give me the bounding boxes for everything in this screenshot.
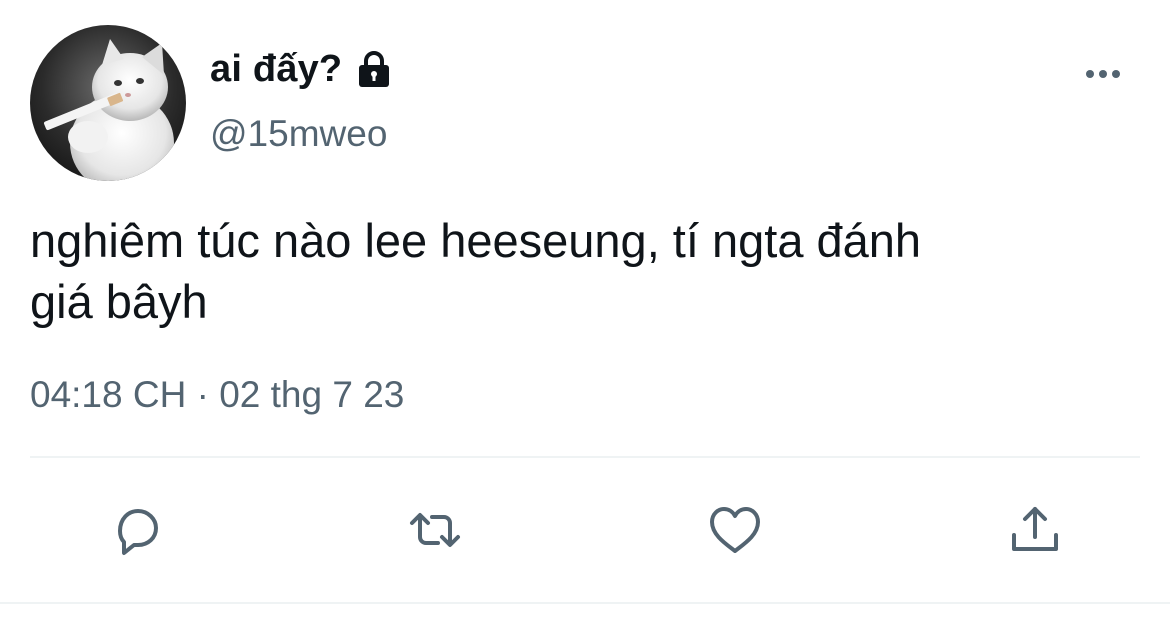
bottom-divider xyxy=(0,602,1170,604)
tweet-text: nghiêm túc nào lee heeseung, tí ngta đán… xyxy=(30,214,922,328)
heart-icon xyxy=(710,507,760,553)
divider xyxy=(30,456,1140,458)
display-name[interactable]: ai đấy? xyxy=(210,48,342,91)
lock-icon xyxy=(359,51,390,87)
reply-icon xyxy=(118,509,158,555)
more-icon[interactable] xyxy=(1082,60,1124,88)
retweet-icon xyxy=(410,513,460,547)
share-icon xyxy=(1012,507,1058,551)
reply-button[interactable] xyxy=(105,500,165,560)
share-button[interactable] xyxy=(1005,500,1065,560)
tweet-timestamp[interactable]: 04:18 CH · 02 thg 7 23 xyxy=(30,374,404,416)
user-name-row: ai đấy? xyxy=(210,44,394,94)
avatar[interactable] xyxy=(30,25,186,181)
like-button[interactable] xyxy=(705,500,765,560)
user-handle[interactable]: @15mweo xyxy=(210,113,387,155)
avatar-image xyxy=(30,25,186,181)
retweet-button[interactable] xyxy=(405,500,465,560)
